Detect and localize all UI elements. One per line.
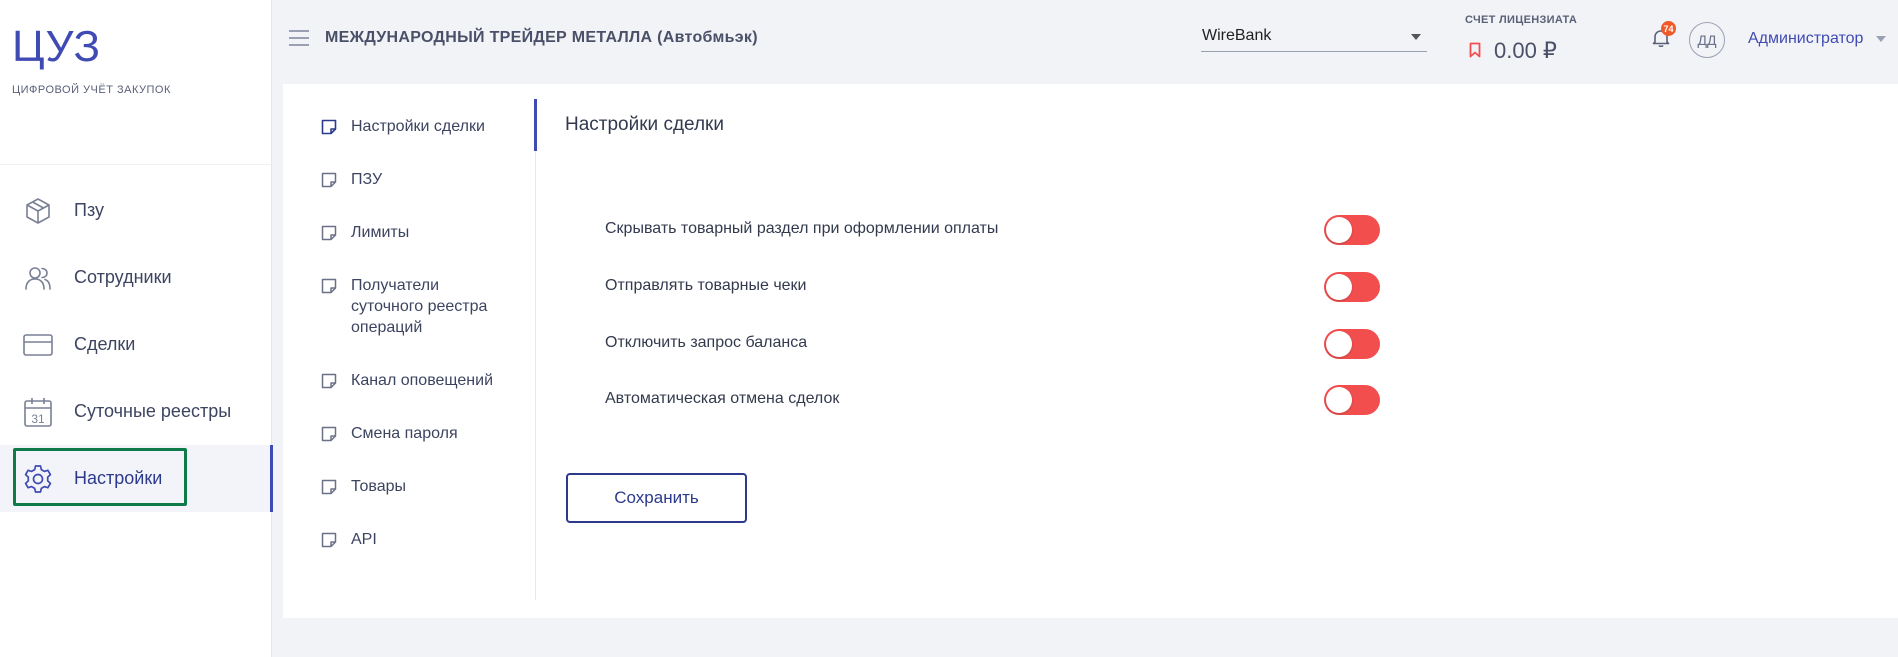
card-icon [22, 329, 54, 361]
note-icon [321, 119, 337, 135]
users-icon [22, 262, 54, 294]
chevron-down-icon [1411, 34, 1421, 40]
subnav-item-label: Получатели суточного реестра операций [351, 277, 488, 336]
settings-subnav: Настройки сделки ПЗУ Лимиты Получатели с… [283, 99, 537, 600]
setting-label: Отключить запрос баланса [605, 334, 808, 351]
note-icon [321, 278, 337, 294]
box-icon [22, 195, 54, 227]
setting-row-hide-product-section: Скрывать товарный раздел при оформлении … [605, 215, 1405, 245]
subnav-item-label: Смена пароля [351, 425, 458, 442]
sidebar-item-label: Сотрудники [74, 267, 172, 287]
toggle-disable-balance-request[interactable] [1324, 329, 1380, 359]
calendar-icon: 31 [22, 396, 54, 428]
setting-label: Автоматическая отмена сделок [605, 390, 840, 407]
subnav-item-deal-settings[interactable]: Настройки сделки [283, 99, 537, 151]
subnav-item-label: ПЗУ [351, 171, 383, 188]
sidebar-item-label: Суточные реестры [74, 401, 232, 421]
save-button[interactable]: Сохранить [566, 473, 747, 523]
sidebar-item-deals[interactable]: Сделки [0, 311, 272, 378]
account-label: СЧЕТ ЛИЦЕНЗИАТА [1465, 14, 1578, 26]
sidebar: ЦУЗ ЦИФРОВОЙ УЧЁТ ЗАКУПОК Пзу Сотрудники… [0, 0, 273, 657]
gear-icon [22, 463, 54, 495]
avatar[interactable]: ДД [1689, 22, 1725, 58]
sidebar-item-pzu[interactable]: Пзу [0, 177, 272, 244]
note-icon [321, 172, 337, 188]
bank-select[interactable]: WireBank [1201, 24, 1427, 52]
subnav-item-change-password[interactable]: Смена пароля [283, 423, 535, 444]
page-title: Настройки сделки [565, 114, 724, 135]
menu-icon[interactable] [289, 30, 309, 46]
app-logo[interactable]: ЦУЗ [12, 22, 101, 72]
setting-row-auto-cancel-deals: Автоматическая отмена сделок [605, 385, 1405, 415]
account-amount: 0.00 ₽ [1494, 38, 1557, 63]
note-icon [321, 426, 337, 442]
subnav-item-limits[interactable]: Лимиты [283, 222, 535, 243]
settings-panel: Настройки сделки ПЗУ Лимиты Получатели с… [283, 84, 1898, 618]
calendar-icon-day: 31 [31, 412, 45, 426]
sidebar-item-daily-registers[interactable]: 31 Суточные реестры [0, 378, 272, 445]
company-name: МЕЖДУНАРОДНЫЙ ТРЕЙДЕР МЕТАЛЛА (Автобмьэк… [325, 29, 758, 46]
user-menu[interactable]: Администратор [1748, 30, 1863, 48]
subnav-item-registry-recipients[interactable]: Получатели суточного реестра операций [283, 275, 535, 338]
sidebar-divider [0, 164, 272, 165]
note-icon [321, 479, 337, 495]
subnav-item-label: Лимиты [351, 224, 410, 241]
sidebar-item-label: Сделки [74, 334, 136, 354]
bank-select-value: WireBank [1202, 27, 1272, 44]
setting-row-send-receipts: Отправлять товарные чеки [605, 272, 1405, 302]
setting-row-disable-balance-request: Отключить запрос баланса [605, 329, 1405, 359]
toggle-hide-product-section[interactable] [1324, 215, 1380, 245]
app-subtitle: ЦИФРОВОЙ УЧЁТ ЗАКУПОК [12, 84, 171, 96]
note-icon [321, 532, 337, 548]
setting-label: Отправлять товарные чеки [605, 277, 807, 294]
chevron-down-icon[interactable] [1876, 36, 1886, 42]
subnav-item-label: API [351, 531, 377, 548]
subnav-item-products[interactable]: Товары [283, 476, 535, 497]
top-header: МЕЖДУНАРОДНЫЙ ТРЕЙДЕР МЕТАЛЛА (Автобмьэк… [273, 0, 1898, 82]
subnav-item-pzu[interactable]: ПЗУ [283, 169, 535, 190]
sidebar-nav: Пзу Сотрудники Сделки 31 Суточные реестр… [0, 177, 273, 512]
sidebar-item-settings[interactable]: Настройки [0, 445, 273, 512]
toggle-send-receipts[interactable] [1324, 272, 1380, 302]
subnav-item-api[interactable]: API [283, 529, 535, 550]
sidebar-item-label: Настройки [74, 468, 163, 488]
subnav-item-label: Канал оповещений [351, 372, 494, 389]
sidebar-item-label: Пзу [74, 200, 104, 220]
note-icon [321, 373, 337, 389]
bookmark-icon [1469, 42, 1481, 63]
notifications-badge: 74 [1661, 21, 1676, 36]
note-icon [321, 225, 337, 241]
toggle-auto-cancel-deals[interactable] [1324, 385, 1380, 415]
sidebar-item-employees[interactable]: Сотрудники [0, 244, 272, 311]
setting-label: Скрывать товарный раздел при оформлении … [605, 220, 999, 237]
subnav-item-label: Настройки сделки [351, 118, 485, 135]
subnav-item-label: Товары [351, 478, 407, 495]
subnav-item-notification-channel[interactable]: Канал оповещений [283, 370, 535, 391]
